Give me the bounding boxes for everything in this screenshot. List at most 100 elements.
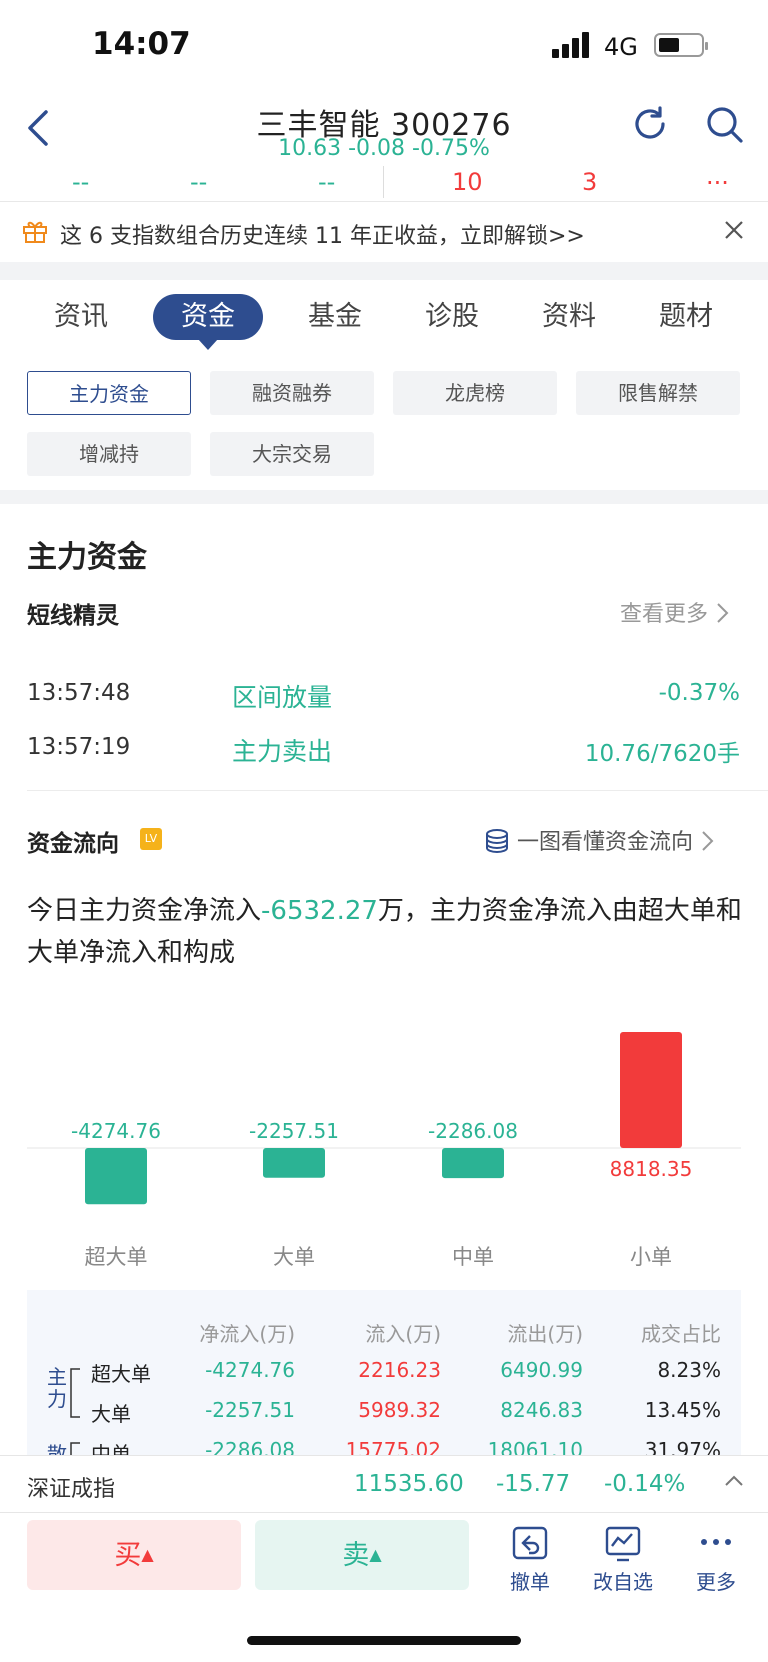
chip-block-trade[interactable]: 大宗交易: [210, 432, 374, 476]
cell-out: 18061.10: [487, 1438, 583, 1455]
stock-price: 10.63: [278, 136, 342, 161]
chart-data-label-3: 8818.35: [610, 1157, 693, 1181]
chip-main-funds[interactable]: 主力资金: [27, 371, 191, 415]
chevron-up-icon[interactable]: [724, 1474, 744, 1488]
divider: [0, 262, 768, 280]
chart-category-label-0: 超大单: [85, 1245, 148, 1269]
level-item: ...: [706, 162, 729, 190]
edit-watchlist-icon: [605, 1526, 641, 1562]
cell-out: 8246.83: [500, 1398, 583, 1422]
fund-flow-chart: -4274.76 超大单 -2257.51 大单 -2286.08 中单 8818.35 小单: [0, 1010, 768, 1270]
close-icon[interactable]: [722, 218, 746, 242]
home-indicator: [247, 1636, 521, 1645]
tab-news[interactable]: 资讯: [26, 294, 136, 340]
cancel-order-icon: [512, 1526, 548, 1560]
chart-bar-3: [620, 1032, 682, 1148]
fund-flow-table: 净流入(万) 流入(万) 流出(万) 成交占比 主力 散 超大单 -4274.7…: [27, 1290, 741, 1455]
tab-topics[interactable]: 题材: [631, 294, 741, 340]
signal-time: 13:57:19: [27, 734, 131, 760]
level-row: -- -- -- 10 3 ...: [0, 162, 768, 200]
view-more-link[interactable]: 查看更多: [620, 596, 729, 628]
cancel-order-button[interactable]: 撤单: [490, 1526, 570, 1595]
coins-icon: [486, 829, 508, 854]
chip-margin[interactable]: 融资融券: [210, 371, 374, 415]
flow-title: 资金流向: [27, 831, 119, 857]
cell-ratio: 31.97%: [644, 1438, 721, 1455]
index-ticker[interactable]: 深证成指 11535.60 -15.77 -0.14%: [0, 1455, 768, 1513]
cell-in: 2216.23: [358, 1358, 441, 1382]
chart-category-label-2: 中单: [452, 1245, 494, 1269]
clock: 14:07: [92, 26, 191, 62]
short-elf-title: 短线精灵: [27, 603, 119, 629]
level-badge: LV: [140, 828, 162, 850]
chart-category-label-3: 小单: [630, 1245, 672, 1269]
tab-profile[interactable]: 资料: [514, 294, 624, 340]
cell-net: -2257.51: [205, 1398, 295, 1422]
chart-bar-0: [85, 1148, 147, 1205]
stock-change: -0.08: [348, 136, 406, 161]
signal-label: 主力卖出: [232, 737, 333, 766]
cell-ratio: 13.45%: [644, 1398, 721, 1422]
bracket-icon: [70, 1368, 80, 1418]
col-header: 流出(万): [507, 1322, 583, 1346]
gift-icon: [23, 221, 47, 243]
signal-time: 13:57:48: [27, 680, 131, 706]
cell-ratio: 8.23%: [657, 1358, 721, 1382]
tab-funds[interactable]: 资金: [153, 294, 263, 350]
cell-in: 5989.32: [358, 1398, 441, 1422]
more-button[interactable]: 更多: [676, 1526, 756, 1595]
fund-flow-chart-svg: -4274.76 超大单 -2257.51 大单 -2286.08 中单 8818.35 小单: [27, 1032, 741, 1269]
level-item: --: [72, 168, 90, 196]
chart-data-label-0: -4274.76: [71, 1119, 161, 1143]
index-name: 深证成指: [27, 1477, 116, 1502]
flow-summary: 今日主力资金净流入-6532.27万，主力资金净流入由超大单和大单净流入和构成: [27, 890, 747, 974]
cell-net: -2286.08: [205, 1438, 295, 1455]
index-change: -15.77: [496, 1471, 571, 1497]
chip-dragon-tiger[interactable]: 龙虎榜: [393, 371, 557, 415]
level-item: --: [190, 168, 208, 196]
col-header: 成交占比: [641, 1322, 721, 1346]
more-label: 更多: [696, 1570, 736, 1594]
signal-value: -0.37%: [658, 680, 740, 706]
tab-fund[interactable]: 基金: [280, 294, 390, 340]
promo-banner[interactable]: 这 6 支指数组合历史连续 11 年正收益，立即解锁>>: [0, 201, 768, 262]
signal-label: 区间放量: [232, 683, 333, 712]
sell-button[interactable]: 卖▲: [255, 1520, 469, 1590]
chart-bar-1: [263, 1148, 325, 1178]
cell-in: 15775.02: [345, 1438, 441, 1455]
flow-guide-link[interactable]: 一图看懂资金流向: [484, 824, 714, 856]
network-label: 4G: [604, 33, 638, 61]
stock-header: 三丰智能 300276 10.63 -0.08 -0.75% -- -- -- …: [0, 90, 768, 200]
cell-net: -4274.76: [205, 1358, 295, 1382]
edit-watchlist-button[interactable]: 改自选: [583, 1526, 663, 1595]
search-icon[interactable]: [702, 102, 746, 146]
col-header: 流入(万): [365, 1322, 441, 1346]
banner-text: 这 6 支指数组合历史连续 11 年正收益，立即解锁>>: [60, 224, 585, 249]
refresh-icon[interactable]: [628, 102, 672, 146]
buy-button[interactable]: 买▲: [27, 1520, 241, 1590]
sell-label: 卖: [342, 1540, 370, 1571]
status-bar: 14:07 4G: [0, 0, 768, 90]
index-change-pct: -0.14%: [604, 1471, 686, 1497]
more-dots-icon: [701, 1539, 731, 1545]
chip-unlock[interactable]: 限售解禁: [576, 371, 740, 415]
signal-value: 10.76/7620手: [584, 741, 740, 767]
divider: [27, 790, 768, 791]
cancel-order-label: 撤单: [510, 1570, 550, 1594]
battery-icon: [654, 33, 708, 57]
tab-diagnose[interactable]: 诊股: [397, 294, 507, 340]
col-header: 净流入(万): [199, 1322, 295, 1346]
buy-label: 买: [114, 1540, 142, 1571]
section-title: 主力资金: [27, 540, 147, 575]
level-item: 10: [452, 168, 483, 196]
level-item: --: [318, 168, 336, 196]
chevron-right-icon: [702, 831, 714, 851]
row-name: 大单: [91, 1402, 131, 1426]
row-name: 中单: [91, 1442, 131, 1455]
group-label: 散: [47, 1442, 67, 1455]
tab-bar: 资讯 资金 基金 诊股 资料 题材: [0, 280, 768, 360]
flow-guide-label: 一图看懂资金流向: [517, 830, 694, 855]
index-value: 11535.60: [354, 1471, 464, 1497]
chip-holding-change[interactable]: 增减持: [27, 432, 191, 476]
divider: [383, 166, 384, 198]
